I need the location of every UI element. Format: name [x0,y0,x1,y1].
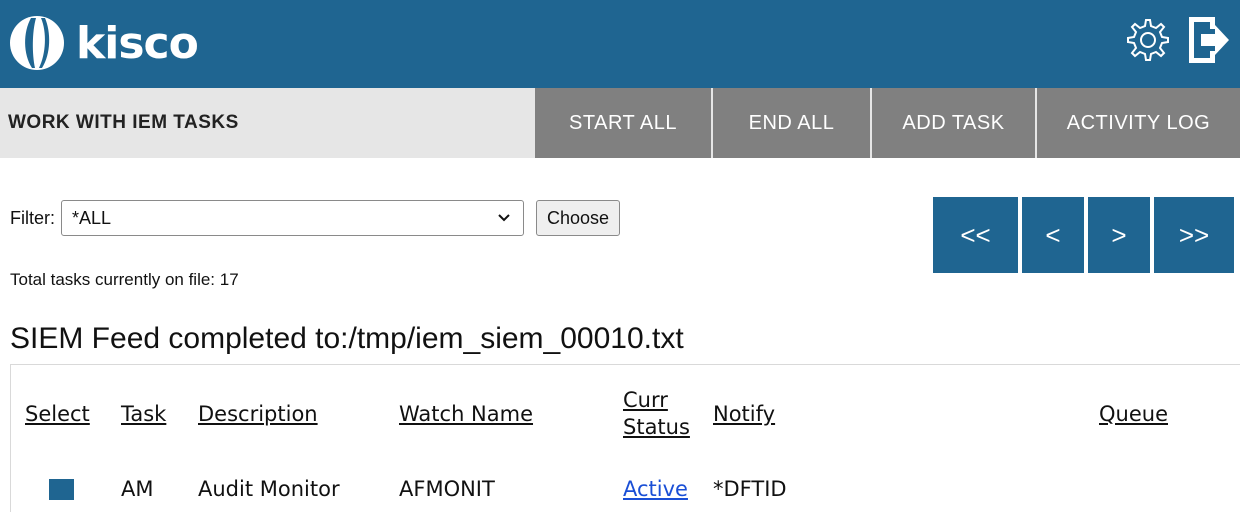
kisco-logo: kisco [8,14,199,72]
task-table: Select Task Description Watch Name Curr … [10,364,1240,512]
chevron-down-icon [498,214,510,222]
column-header-select[interactable]: Select [25,365,90,463]
table-row: AM Audit Monitor AFMONIT Active *DFTID [11,465,1240,512]
toolbar-actions: START ALL END ALL ADD TASK ACTIVITY LOG [533,88,1240,158]
column-header-description[interactable]: Description [198,365,318,463]
first-page-button[interactable]: << [933,197,1018,273]
kisco-logo-mark-icon [10,16,64,70]
status-cell: Active [623,465,688,512]
curr-status-header-line1: Curr [623,388,668,412]
row-select-checkbox[interactable] [49,479,74,500]
previous-page-button[interactable]: < [1022,197,1084,273]
task-cell: AM [121,477,154,501]
add-task-button[interactable]: ADD TASK [870,88,1035,158]
pagination: << < > >> [933,197,1234,273]
filter-select[interactable]: *ALL [61,200,524,236]
gear-icon [1127,19,1169,61]
top-banner: kisco [0,0,1240,88]
filter-selected-value: *ALL [72,207,112,228]
description-cell: Audit Monitor [198,477,340,501]
next-page-button[interactable]: > [1088,197,1150,273]
page-title: WORK WITH IEM TASKS [8,112,239,133]
notify-cell: *DFTID [713,477,787,501]
settings-button[interactable] [1120,10,1172,70]
column-header-task[interactable]: Task [121,365,166,463]
activity-log-button[interactable]: ACTIVITY LOG [1035,88,1240,158]
page-toolbar: WORK WITH IEM TASKS START ALL END ALL AD… [0,88,1240,158]
total-tasks-text: Total tasks currently on file: 17 [10,270,239,289]
start-all-button[interactable]: START ALL [533,88,711,158]
column-header-watch-name[interactable]: Watch Name [399,365,533,463]
status-message: SIEM Feed completed to:/tmp/iem_siem_000… [10,322,684,355]
filter-label: Filter: [10,207,55,228]
logout-icon [1189,17,1229,63]
column-header-queue[interactable]: Queue [1099,365,1168,463]
logout-button[interactable] [1182,10,1234,70]
filter-row: Filter: *ALL Choose [10,200,621,236]
last-page-button[interactable]: >> [1154,197,1234,273]
watch-name-cell: AFMONIT [399,477,495,501]
logo-text: kisco [76,17,199,69]
column-header-curr-status[interactable]: Curr Status [623,365,690,463]
choose-button[interactable]: Choose [536,200,621,236]
curr-status-header-line2: Status [623,415,690,439]
end-all-button[interactable]: END ALL [711,88,870,158]
column-header-notify[interactable]: Notify [713,365,775,463]
status-link[interactable]: Active [623,477,688,501]
